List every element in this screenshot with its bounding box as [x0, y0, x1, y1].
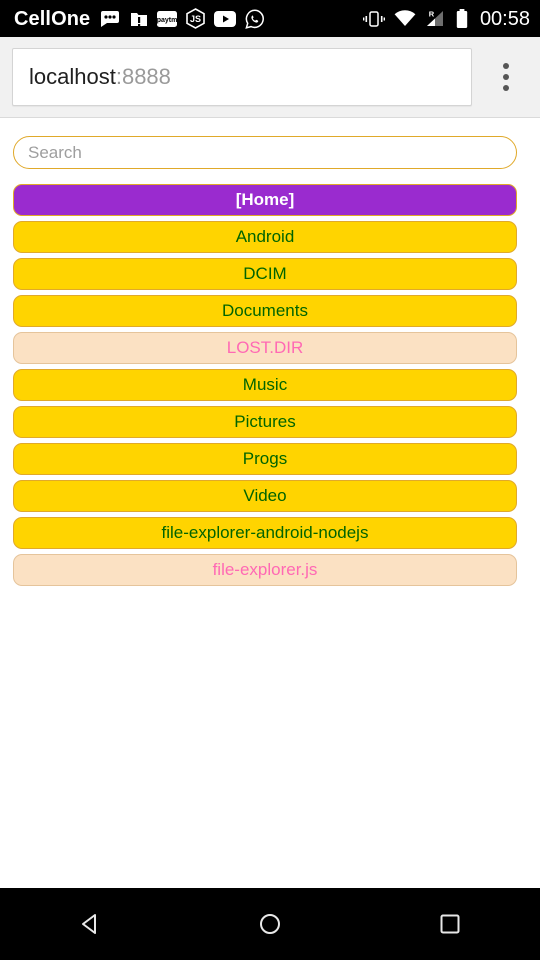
android-nav-bar: [0, 888, 540, 960]
list-item-label: Video: [243, 486, 287, 505]
list-item[interactable]: Pictures: [13, 406, 517, 438]
list-item-label: file-explorer-android-nodejs: [161, 523, 369, 542]
list-item-label: Documents: [222, 301, 308, 320]
list-item[interactable]: Music: [13, 369, 517, 401]
url-host: localhost: [29, 64, 116, 89]
menu-dot: [503, 74, 509, 80]
status-bar-clock: 00:58: [479, 7, 530, 30]
recents-button[interactable]: [405, 888, 495, 960]
whatsapp-icon: [245, 8, 265, 29]
alert-folder-icon: [130, 10, 148, 28]
url-text: localhost:8888: [29, 64, 171, 90]
url-port: :8888: [115, 64, 171, 89]
search-input[interactable]: [13, 136, 517, 169]
list-item-label: Pictures: [234, 412, 296, 431]
status-bar-left-group: CellOne paytm JS: [14, 8, 265, 29]
menu-dot: [503, 85, 509, 91]
messages-icon: [99, 10, 121, 27]
battery-icon: [456, 9, 468, 28]
status-bar-right-group: R 00:58: [362, 7, 530, 30]
list-item-label: Progs: [242, 449, 288, 468]
svg-text:paytm: paytm: [157, 17, 177, 24]
svg-text:JS: JS: [190, 14, 201, 24]
vibrate-icon: [362, 10, 385, 28]
cellular-signal-icon: R: [425, 10, 447, 28]
list-item-label: DCIM: [243, 264, 287, 283]
youtube-icon: [214, 10, 237, 27]
list-item[interactable]: Video: [13, 480, 517, 512]
carrier-label: CellOne: [14, 7, 91, 30]
back-button[interactable]: [45, 888, 135, 960]
list-item-label: Android: [235, 227, 295, 246]
file-list: [Home] Android DCIM Documents LOST.DIR Music P…: [0, 184, 540, 586]
list-item[interactable]: Android: [13, 221, 517, 253]
list-item[interactable]: LOST.DIR: [13, 332, 517, 364]
list-item[interactable]: Progs: [13, 443, 517, 475]
list-item[interactable]: file-explorer.js: [13, 554, 517, 586]
list-item[interactable]: Documents: [13, 295, 517, 327]
browser-toolbar: localhost:8888: [0, 37, 540, 118]
list-item-label: [Home]: [235, 190, 295, 209]
roaming-label: R: [429, 10, 435, 19]
wifi-icon: [394, 10, 416, 27]
menu-dot: [503, 63, 509, 69]
url-bar[interactable]: localhost:8888: [12, 48, 472, 106]
list-item[interactable]: file-explorer-android-nodejs: [13, 517, 517, 549]
home-button[interactable]: [225, 888, 315, 960]
android-status-bar: CellOne paytm JS R 00:58: [0, 0, 540, 37]
list-item-label: file-explorer.js: [212, 560, 318, 579]
nodejs-icon: JS: [186, 8, 206, 29]
home-entry[interactable]: [Home]: [13, 184, 517, 216]
overflow-menu-button[interactable]: [472, 48, 540, 106]
paytm-icon: paytm: [157, 10, 178, 28]
list-item-label: LOST.DIR: [226, 338, 304, 357]
page-content: [Home] Android DCIM Documents LOST.DIR Music P…: [0, 118, 540, 888]
list-item[interactable]: DCIM: [13, 258, 517, 290]
list-item-label: Music: [242, 375, 288, 394]
